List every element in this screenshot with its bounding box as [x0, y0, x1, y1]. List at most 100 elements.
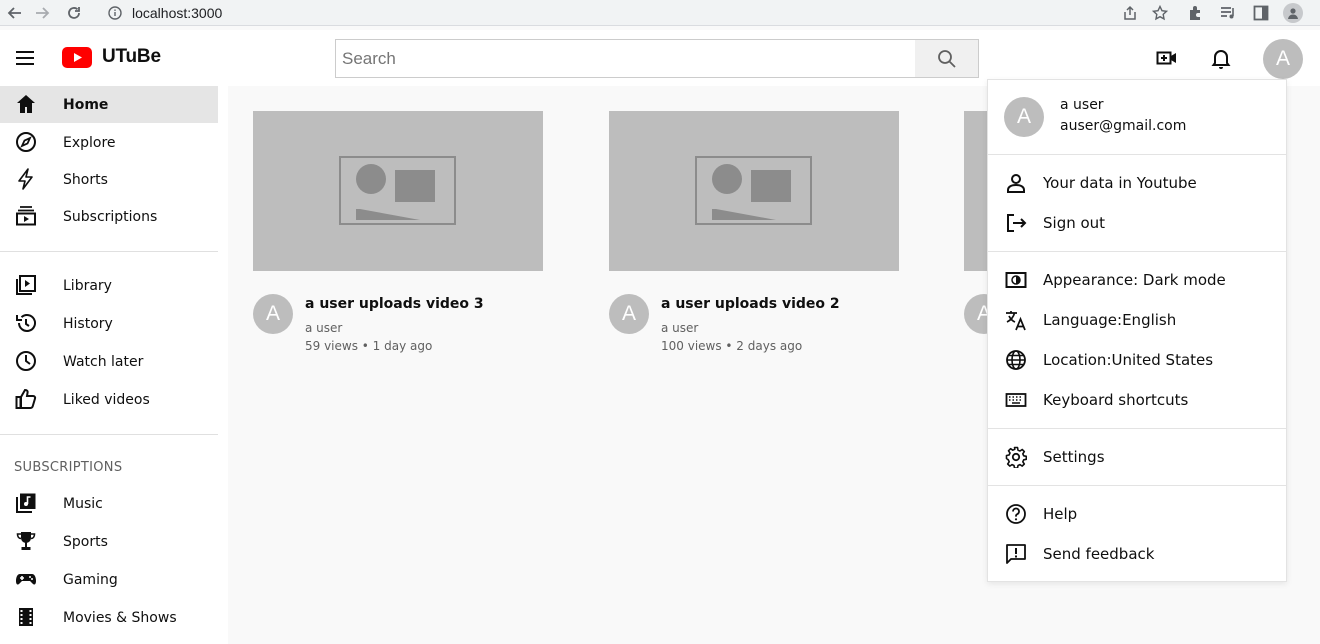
sidebar-item-label: Library	[63, 277, 112, 294]
sidebar-item-label: Subscriptions	[63, 208, 158, 225]
search-input[interactable]	[342, 48, 915, 69]
browser-toolbar: localhost:3000	[0, 0, 1320, 26]
sidebar-item-label: Home	[63, 96, 109, 113]
sidebar-item-label: Watch later	[63, 353, 144, 370]
playlist-icon	[1221, 7, 1234, 19]
sidebar-divider	[0, 251, 218, 252]
notifications-button[interactable]	[1211, 48, 1231, 70]
menu-item-keyboard-shortcuts[interactable]: Keyboard shortcuts	[988, 380, 1286, 420]
share-icon[interactable]	[1122, 5, 1138, 21]
channel-avatar[interactable]: A	[253, 294, 293, 334]
extensions-button[interactable]	[1187, 0, 1205, 26]
side-panel-button[interactable]	[1252, 0, 1270, 26]
help-icon	[1004, 502, 1028, 526]
gear-icon	[1004, 445, 1028, 469]
channel-name[interactable]: a user	[305, 321, 342, 335]
sidebar-item-sports[interactable]: Sports	[0, 523, 218, 560]
menu-item-help[interactable]: Help	[988, 494, 1286, 534]
video-title[interactable]: a user uploads video 3	[305, 296, 484, 312]
menu-item-label: Send feedback	[1043, 545, 1155, 563]
menu-item-settings[interactable]: Settings	[988, 437, 1286, 477]
account-avatar-button[interactable]: A	[1263, 39, 1303, 79]
sidebar-item-watch-later[interactable]: Watch later	[0, 343, 218, 380]
video-meta: A a user uploads video 2 a user 100 view…	[609, 294, 899, 364]
menu-button[interactable]	[14, 47, 36, 69]
menu-item-location[interactable]: Location:United States	[988, 340, 1286, 380]
menu-item-language[interactable]: Language:English	[988, 300, 1286, 340]
youtube-logo-icon	[62, 46, 92, 68]
music-icon	[15, 492, 37, 514]
video-thumbnail[interactable]	[609, 111, 899, 271]
trophy-icon	[15, 530, 37, 552]
person-icon	[1004, 171, 1028, 195]
reload-button[interactable]	[59, 0, 89, 26]
subscriptions-icon	[15, 205, 37, 227]
create-video-button[interactable]	[1156, 48, 1178, 68]
video-card[interactable]: A a user uploads video 2 a user 100 view…	[609, 111, 899, 364]
star-icon[interactable]	[1152, 5, 1168, 21]
sidebar-item-library[interactable]: Library	[0, 267, 218, 304]
account-menu: A a user auser@gmail.com Your data in Yo…	[987, 79, 1287, 582]
back-button[interactable]	[0, 0, 30, 26]
sidebar-item-label: Shorts	[63, 171, 108, 188]
menu-item-appearance[interactable]: Appearance: Dark mode	[988, 260, 1286, 300]
compass-icon	[15, 131, 37, 153]
menu-item-label: Keyboard shortcuts	[1043, 391, 1189, 409]
menu-divider	[988, 251, 1286, 252]
video-thumbnail[interactable]	[253, 111, 543, 271]
sidebar-item-label: History	[63, 315, 113, 332]
sign-out-icon	[1004, 211, 1028, 235]
menu-item-your-data[interactable]: Your data in Youtube	[988, 163, 1286, 203]
sidebar-item-liked-videos[interactable]: Liked videos	[0, 381, 218, 418]
video-card[interactable]: A a user uploads video 3 a user 59 views…	[253, 111, 543, 364]
sidebar-item-subscriptions[interactable]: Subscriptions	[0, 198, 218, 235]
sidebar: Home Explore Shorts Subscriptions Librar…	[0, 86, 228, 644]
menu-item-send-feedback[interactable]: Send feedback	[988, 534, 1286, 574]
video-title[interactable]: a user uploads video 2	[661, 296, 840, 312]
library-icon	[15, 274, 37, 296]
search-icon	[937, 49, 956, 68]
address-bar[interactable]: localhost:3000	[98, 2, 1176, 24]
sidebar-item-music[interactable]: Music	[0, 485, 218, 522]
subscriptions-section-title: SUBSCRIPTIONS	[14, 460, 123, 475]
sidebar-item-gaming[interactable]: Gaming	[0, 561, 218, 598]
video-stats: 100 views • 2 days ago	[661, 339, 803, 353]
account-name: a user	[1060, 97, 1104, 113]
menu-item-label: Your data in Youtube	[1043, 174, 1197, 192]
reload-icon	[68, 6, 80, 19]
channel-avatar[interactable]: A	[609, 294, 649, 334]
feedback-icon	[1004, 542, 1028, 566]
sidebar-item-label: Gaming	[63, 571, 118, 588]
video-meta: A a user uploads video 3 a user 59 views…	[253, 294, 543, 364]
sidebar-item-home[interactable]: Home	[0, 86, 218, 123]
profile-button[interactable]	[1283, 0, 1303, 26]
forward-button[interactable]	[27, 0, 57, 26]
sidebar-item-explore[interactable]: Explore	[0, 124, 218, 161]
sidebar-item-history[interactable]: History	[0, 305, 218, 342]
menu-item-sign-out[interactable]: Sign out	[988, 203, 1286, 243]
history-icon	[15, 312, 37, 334]
sidebar-item-movies-shows[interactable]: Movies & Shows	[0, 599, 218, 636]
sidebar-item-label: Music	[63, 495, 103, 512]
sidebar-item-label: Sports	[63, 533, 108, 550]
gamepad-icon	[15, 568, 37, 590]
media-button[interactable]	[1219, 0, 1237, 26]
logo[interactable]: UTuBe	[62, 46, 161, 68]
sidebar-item-shorts[interactable]: Shorts	[0, 161, 218, 198]
bolt-icon	[15, 168, 37, 190]
channel-name[interactable]: a user	[661, 321, 698, 335]
sidebar-item-label: Explore	[63, 134, 116, 151]
arrow-right-icon	[36, 6, 50, 19]
sidebar-item-label: Movies & Shows	[63, 609, 177, 626]
home-icon	[15, 93, 37, 115]
thumbs-up-icon	[15, 388, 37, 410]
search-button[interactable]	[915, 39, 979, 78]
app-header: UTuBe A	[0, 30, 1320, 86]
hamburger-icon	[16, 51, 34, 65]
menu-item-label: Location:United States	[1043, 351, 1214, 369]
menu-avatar: A	[1004, 97, 1044, 137]
film-icon	[15, 606, 37, 628]
video-stats: 59 views • 1 day ago	[305, 339, 433, 353]
image-placeholder-icon	[339, 156, 456, 225]
profile-icon	[1283, 3, 1303, 23]
